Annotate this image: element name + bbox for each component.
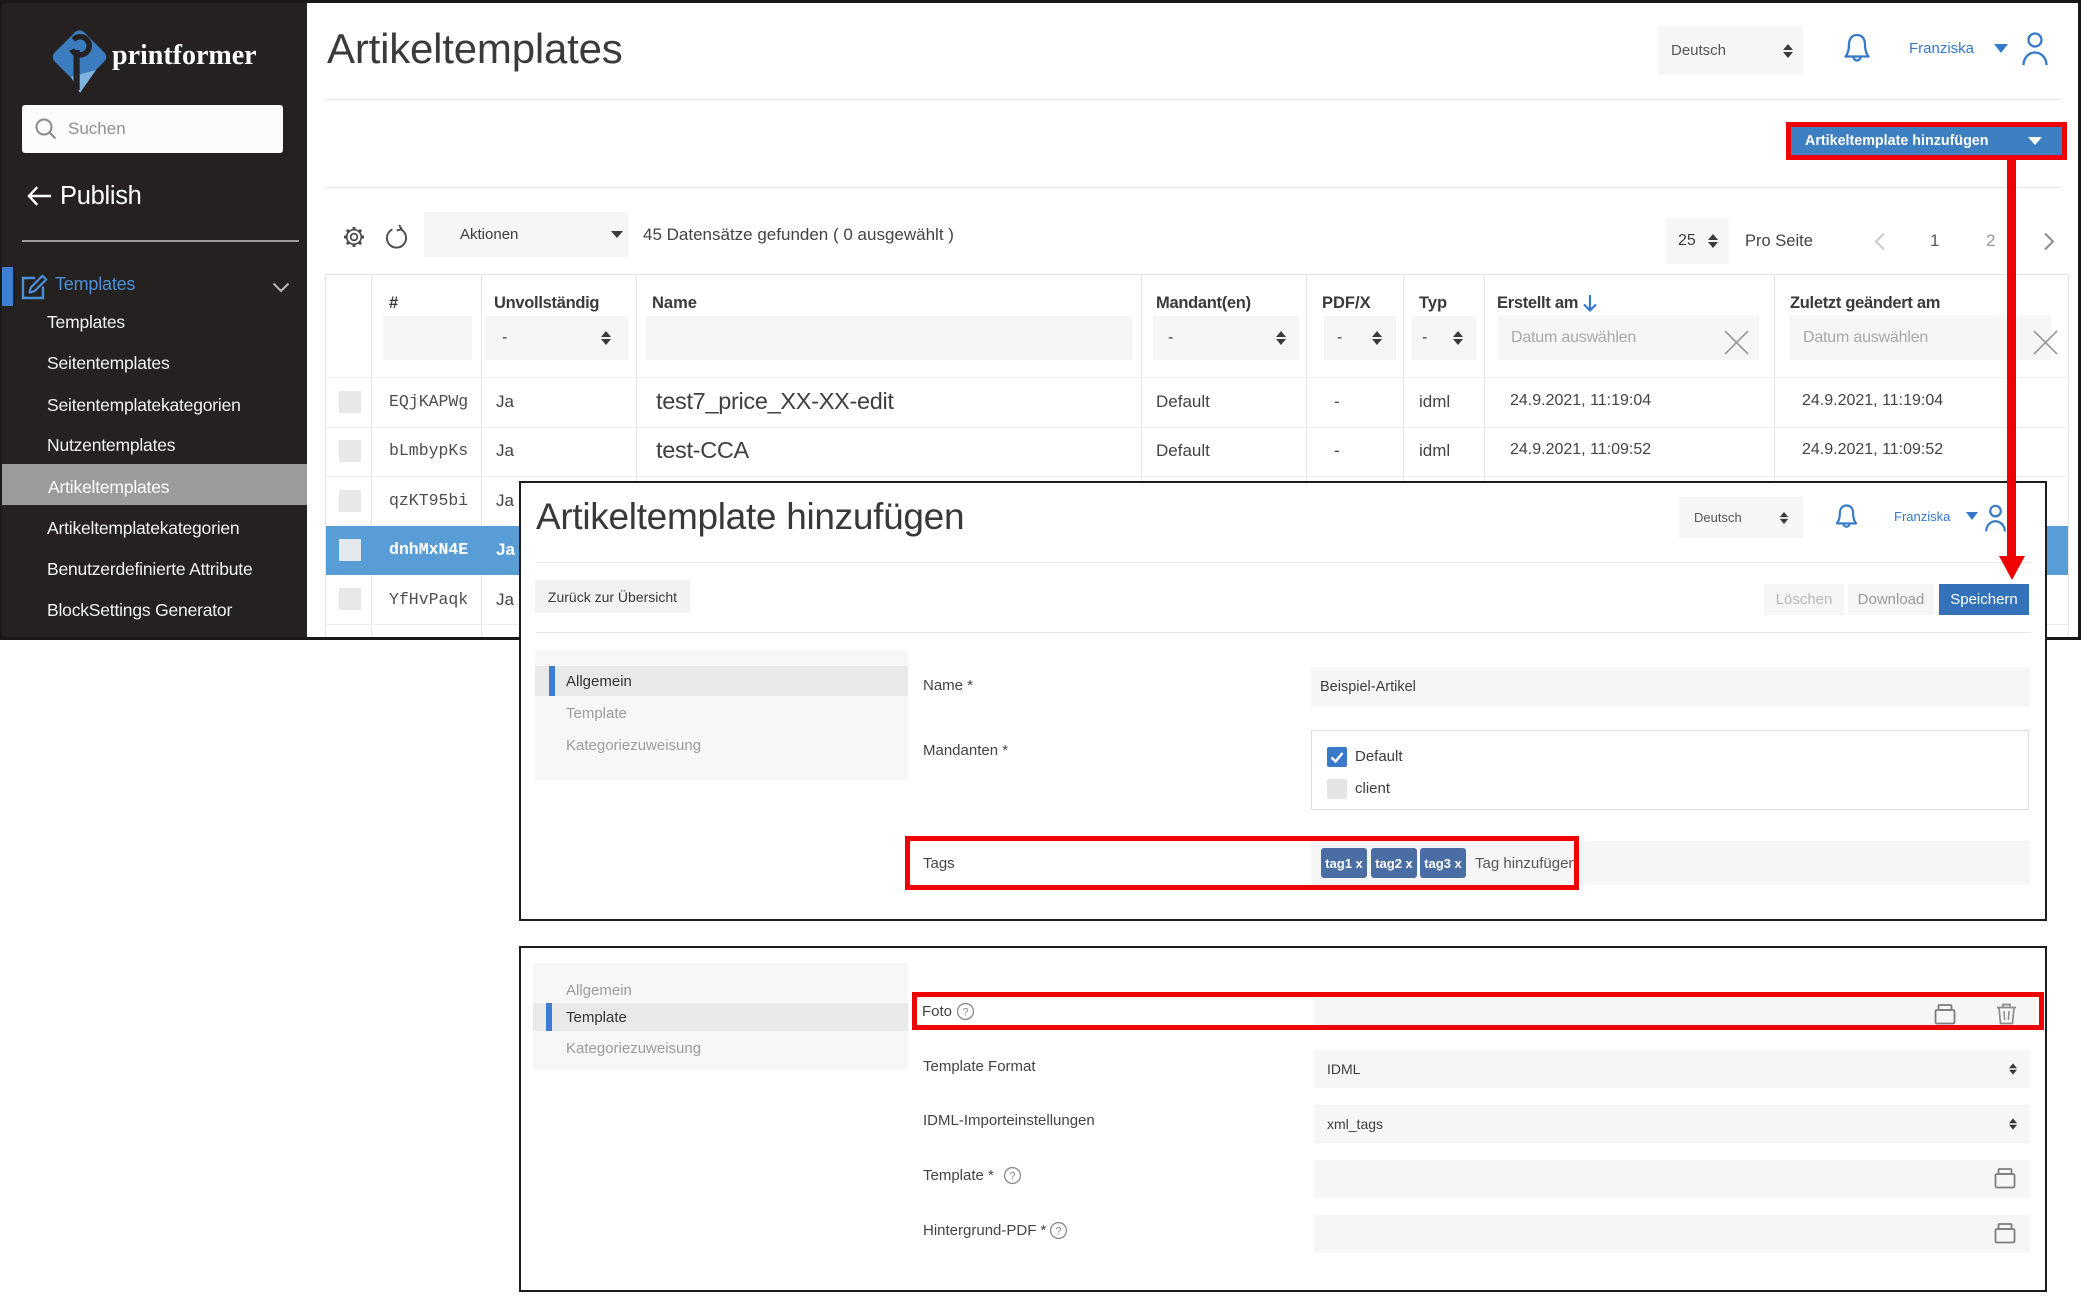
svg-text:?: ? bbox=[1055, 1225, 1061, 1237]
svg-text:?: ? bbox=[1009, 1170, 1015, 1182]
